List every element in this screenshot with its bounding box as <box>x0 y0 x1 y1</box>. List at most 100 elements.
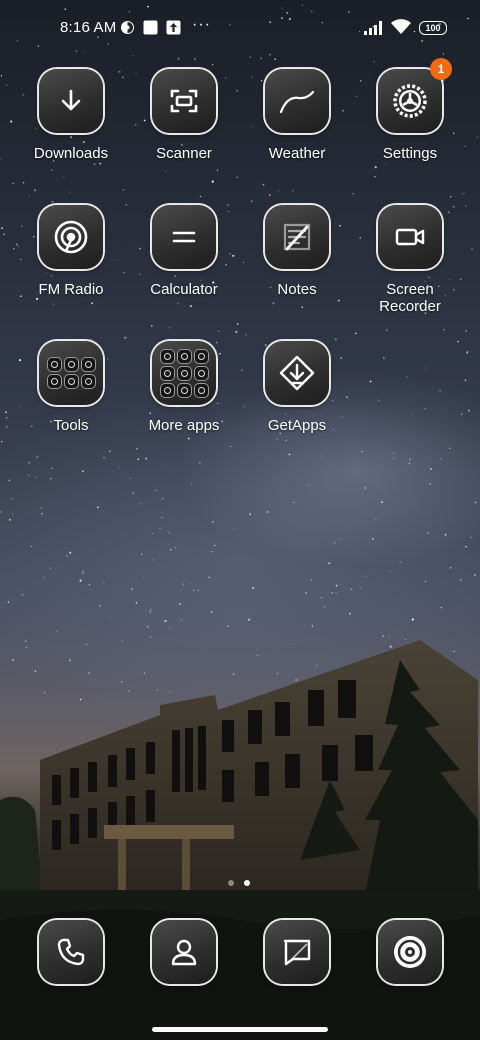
star <box>262 183 265 186</box>
star <box>216 169 219 171</box>
star <box>140 502 142 505</box>
dock-messages[interactable] <box>241 920 353 984</box>
star <box>335 584 338 587</box>
star <box>235 330 238 333</box>
star <box>212 520 214 523</box>
dock-phone[interactable] <box>15 920 127 984</box>
app-notes[interactable]: Notes <box>241 205 353 298</box>
star <box>137 458 140 461</box>
app-weather[interactable]: Weather <box>241 69 353 162</box>
app-screen-recorder[interactable]: Screen Recorder <box>354 205 466 315</box>
star <box>149 636 151 638</box>
star <box>331 592 333 594</box>
star <box>366 575 368 577</box>
star <box>28 512 30 514</box>
star <box>388 695 390 698</box>
star <box>457 340 459 343</box>
star <box>188 582 190 584</box>
star <box>328 562 330 565</box>
star <box>210 611 213 613</box>
star <box>293 501 295 504</box>
app-scanner[interactable]: Scanner <box>128 69 240 162</box>
star <box>164 619 167 623</box>
star <box>156 689 159 691</box>
star <box>151 532 153 534</box>
star <box>252 586 255 590</box>
star <box>155 489 158 492</box>
star <box>82 470 84 472</box>
star <box>1 227 3 230</box>
star <box>187 437 190 440</box>
folder-more-apps[interactable]: More apps <box>128 341 240 434</box>
folder-icon <box>39 341 103 405</box>
star <box>292 190 294 192</box>
page-dot[interactable] <box>228 880 234 886</box>
star <box>230 445 232 448</box>
star <box>269 194 271 196</box>
page-dot-active[interactable] <box>244 880 250 886</box>
app-label: Calculator <box>150 281 218 298</box>
star <box>55 630 58 632</box>
star <box>132 492 135 494</box>
star <box>382 635 385 637</box>
dock-contacts[interactable] <box>128 920 240 984</box>
star <box>41 512 43 515</box>
star <box>236 323 239 325</box>
star <box>389 570 391 572</box>
star <box>142 577 144 580</box>
star <box>276 673 279 675</box>
upload-notification-icon <box>166 20 181 40</box>
star <box>24 640 27 643</box>
star <box>50 477 52 480</box>
star <box>311 625 313 627</box>
star <box>69 659 71 661</box>
star <box>249 513 252 516</box>
home-gesture-bar[interactable] <box>152 1027 328 1032</box>
star <box>164 170 167 172</box>
star <box>51 467 53 470</box>
star <box>34 189 37 192</box>
app-getapps[interactable]: GetApps <box>241 341 353 434</box>
star <box>324 606 326 608</box>
star <box>288 453 291 456</box>
star <box>471 248 473 250</box>
star <box>334 542 336 544</box>
star <box>51 200 54 203</box>
star <box>301 306 304 309</box>
folder-tools[interactable]: Tools <box>15 341 127 434</box>
star <box>1 441 3 443</box>
star <box>145 457 148 460</box>
app-label: Screen Recorder <box>379 281 441 315</box>
star <box>295 679 297 681</box>
star <box>97 506 99 509</box>
star <box>375 519 377 521</box>
star <box>444 533 447 536</box>
star <box>380 631 382 633</box>
star <box>274 58 276 61</box>
star <box>212 64 214 66</box>
app-settings[interactable]: 1 Settings <box>354 58 466 162</box>
star <box>383 357 385 359</box>
star <box>260 57 262 59</box>
app-calculator[interactable]: Calculator <box>128 205 240 298</box>
star <box>82 573 84 575</box>
star <box>179 603 182 605</box>
star <box>443 329 445 331</box>
star <box>250 200 253 202</box>
star <box>227 625 229 627</box>
star <box>305 592 308 594</box>
star <box>150 609 152 611</box>
star <box>211 180 214 183</box>
star <box>103 457 105 459</box>
dock-browser[interactable] <box>354 920 466 984</box>
star <box>285 439 287 442</box>
star <box>459 578 462 582</box>
app-fm-radio[interactable]: FM Radio <box>15 205 127 298</box>
star <box>355 332 357 335</box>
app-downloads[interactable]: Downloads <box>15 69 127 162</box>
star <box>424 580 427 583</box>
getapps-icon <box>265 341 329 405</box>
star <box>470 536 472 539</box>
app-label: Notes <box>277 281 317 298</box>
star <box>476 136 479 138</box>
